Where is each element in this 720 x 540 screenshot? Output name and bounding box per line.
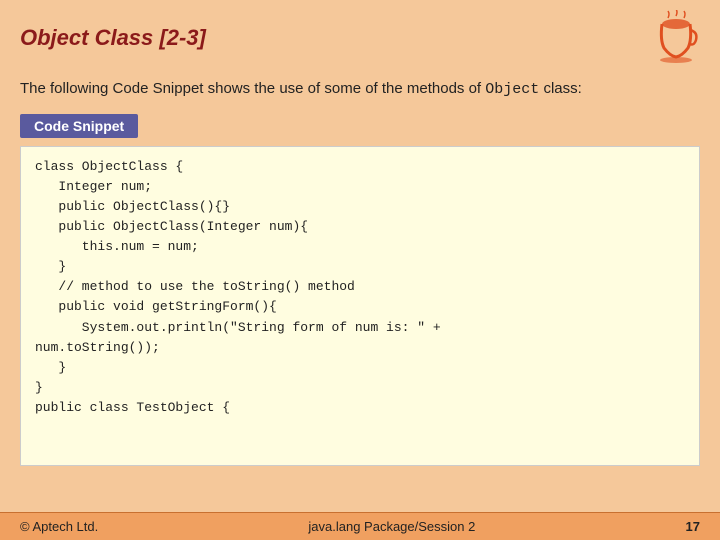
footer-session: java.lang Package/Session 2	[308, 519, 475, 534]
code-snippet-label: Code Snippet	[20, 114, 138, 138]
code-block: class ObjectClass { Integer num; public …	[20, 146, 700, 466]
intro-paragraph: The following Code Snippet shows the use…	[20, 78, 700, 102]
footer-page-number: 17	[686, 519, 700, 534]
header: Object Class [2-3]	[0, 0, 720, 74]
object-class-code: Object	[485, 81, 539, 98]
java-logo-icon	[652, 10, 700, 66]
page-title: Object Class [2-3]	[20, 25, 206, 51]
main-content: The following Code Snippet shows the use…	[0, 74, 720, 476]
footer-copyright: © Aptech Ltd.	[20, 519, 98, 534]
footer: © Aptech Ltd. java.lang Package/Session …	[0, 512, 720, 540]
